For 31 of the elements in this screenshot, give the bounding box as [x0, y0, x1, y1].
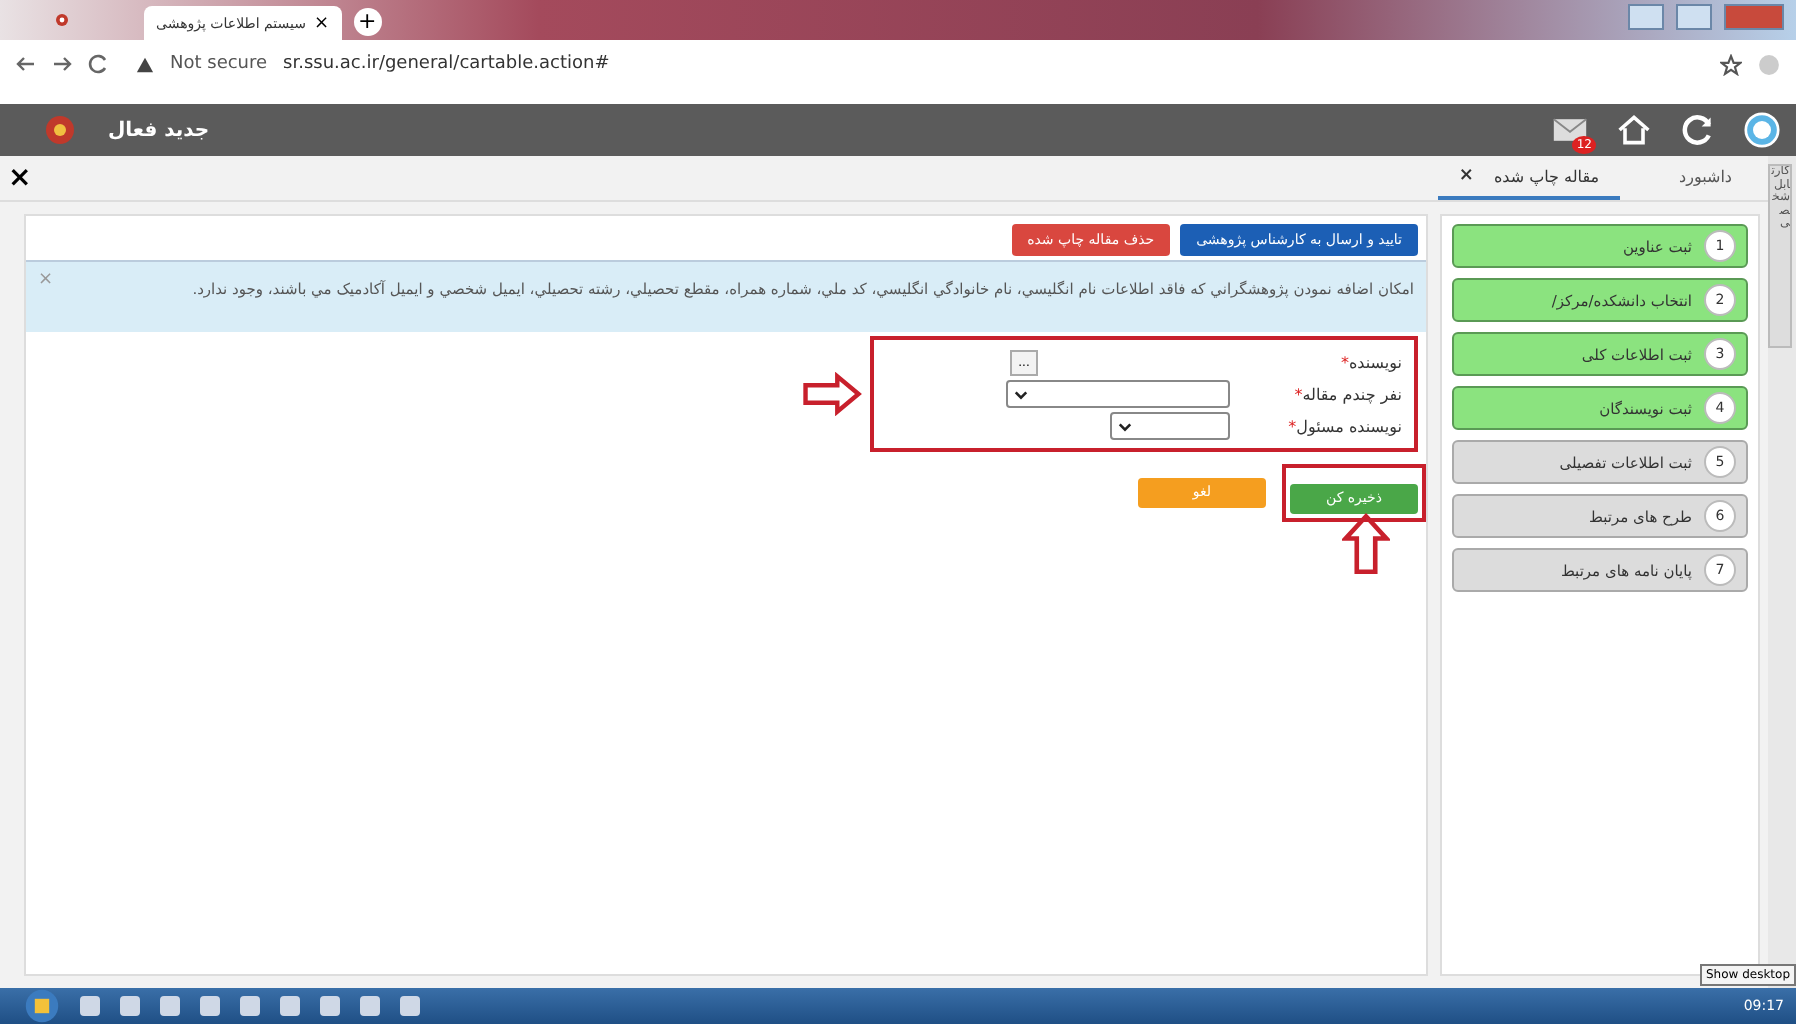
tab-close-button[interactable]: × [314, 13, 330, 33]
security-label: Not secure [170, 54, 268, 74]
field-label: نویسنده* [1338, 353, 1402, 371]
annotation-arrow-icon [802, 372, 862, 416]
caret-icon [1014, 389, 1028, 399]
new-tab-button[interactable]: + [353, 8, 382, 36]
field-label: نفر چندم مقاله* [1292, 385, 1402, 403]
header-title: جدید فعال [108, 119, 210, 141]
minimize-button[interactable] [1628, 4, 1664, 30]
back-icon[interactable] [16, 54, 36, 74]
maximize-button[interactable] [1676, 4, 1712, 30]
tab-close-button[interactable]: × [1458, 166, 1474, 186]
field-label: نویسنده مسئول* [1286, 417, 1402, 435]
caret-icon [1118, 421, 1132, 431]
star-icon[interactable] [1720, 53, 1742, 75]
page-tab[interactable]: مقاله چاپ شده × [1438, 156, 1620, 200]
home-icon[interactable] [1616, 112, 1652, 148]
url-text[interactable]: sr.ssu.ac.ir/general/cartable.action# [283, 54, 610, 74]
app-logo-icon [52, 10, 72, 30]
page-tab[interactable]: داشبورد [1659, 156, 1752, 200]
gear-logo-icon [40, 110, 80, 150]
profile-icon[interactable] [1758, 53, 1780, 75]
refresh-icon[interactable] [1680, 112, 1716, 148]
start-button[interactable] [24, 988, 60, 1024]
forward-icon[interactable] [52, 54, 72, 74]
select-field[interactable] [1110, 412, 1230, 440]
select-field[interactable] [1006, 380, 1230, 408]
reload-icon[interactable] [88, 54, 108, 74]
warning-icon [136, 55, 154, 73]
close-icon[interactable]: × [8, 162, 32, 194]
avatar-icon[interactable] [1744, 112, 1780, 148]
